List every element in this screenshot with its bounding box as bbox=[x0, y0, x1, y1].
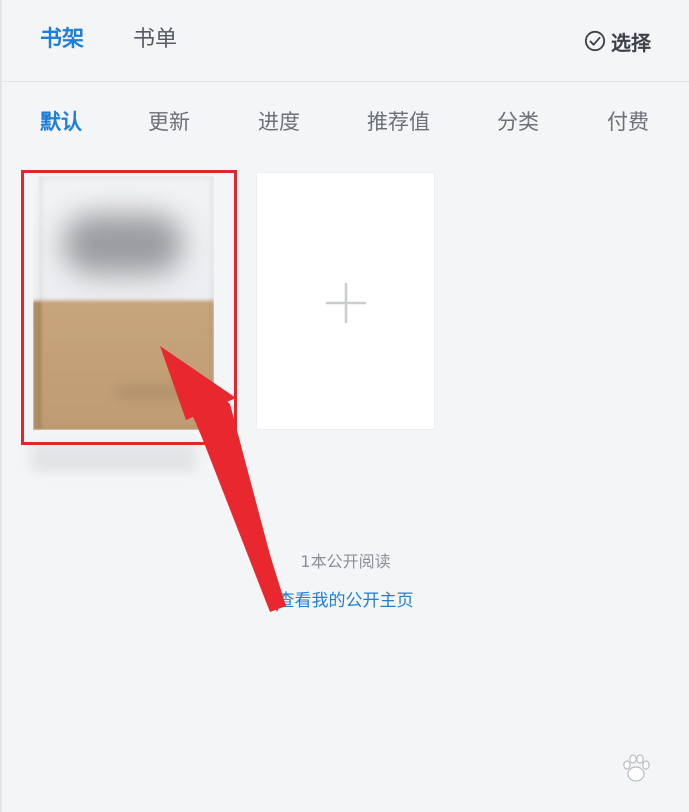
app-header: 书架 书单 选择 bbox=[2, 0, 689, 82]
public-reading-info: 1本公开阅读 查看我的公开主页 bbox=[2, 548, 689, 611]
paw-icon bbox=[623, 754, 650, 782]
sort-bar: 默认 更新 进度 推荐值 分类 付费 bbox=[2, 100, 689, 144]
tab-bookshelf[interactable]: 书架 bbox=[40, 25, 84, 55]
annotation-highlight-box bbox=[21, 170, 237, 445]
sort-default[interactable]: 默认 bbox=[40, 108, 82, 136]
sort-paid[interactable]: 付费 bbox=[607, 108, 649, 136]
baidu-jingyan-watermark bbox=[619, 752, 653, 786]
view-public-homepage-link[interactable]: 查看我的公开主页 bbox=[2, 586, 689, 611]
public-count-text: 1本公开阅读 bbox=[300, 552, 391, 571]
plus-icon bbox=[326, 283, 366, 323]
sort-category[interactable]: 分类 bbox=[497, 108, 539, 136]
check-circle-icon bbox=[584, 30, 606, 52]
tab-booklist[interactable]: 书单 bbox=[133, 25, 177, 55]
sort-progress[interactable]: 进度 bbox=[258, 108, 300, 136]
select-button[interactable]: 选择 bbox=[584, 27, 651, 55]
select-label: 选择 bbox=[611, 30, 651, 55]
book-title-blurred bbox=[31, 444, 196, 472]
add-book-button[interactable] bbox=[256, 172, 435, 430]
sort-updated[interactable]: 更新 bbox=[148, 108, 190, 136]
sort-recommend[interactable]: 推荐值 bbox=[367, 108, 430, 136]
